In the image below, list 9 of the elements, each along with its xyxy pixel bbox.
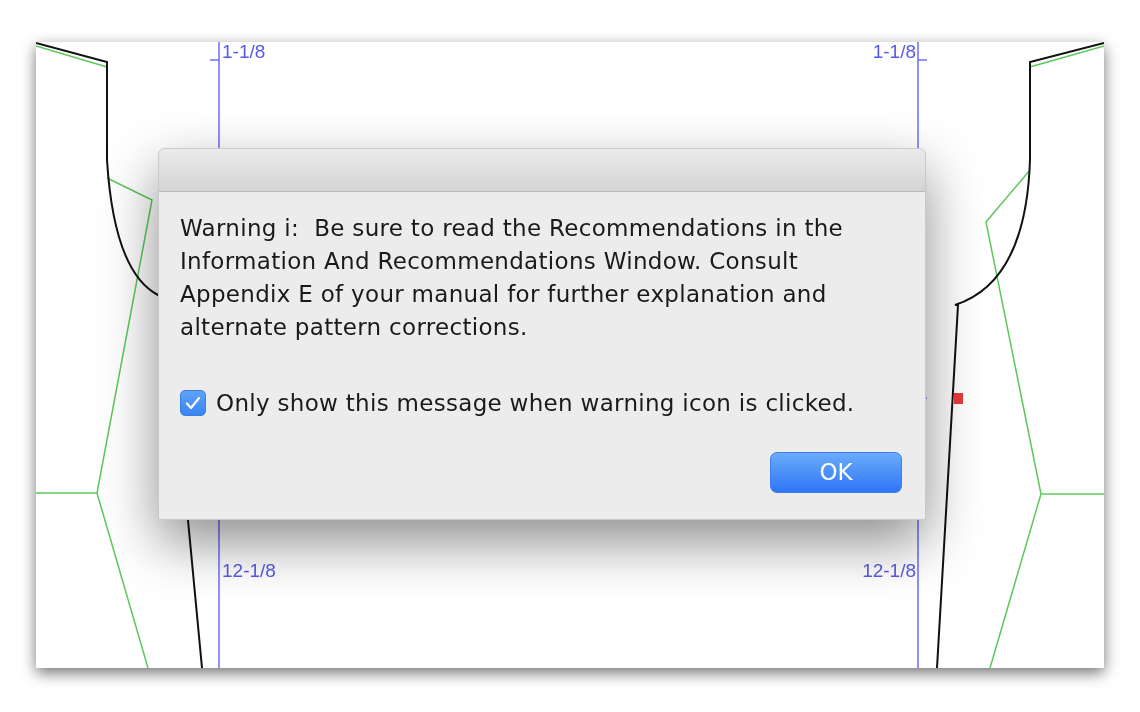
checkbox[interactable]	[180, 390, 206, 416]
point-marker-icon	[954, 393, 963, 404]
measurement-label: 1-1/8	[872, 42, 916, 61]
dialog-message: Warning i: Be sure to read the Recommendations in the Information And Recommendations Window. Consult Appendix E of your manual for further explanation and alternate pattern corrections.	[180, 214, 845, 342]
measurement-label: 1-1/8	[222, 42, 266, 61]
measurement-label: 12-1/8	[222, 560, 276, 582]
measurement-label: 12-1/8	[862, 560, 916, 582]
checkbox-label[interactable]: Only show this message when warning icon is clicked.	[216, 388, 855, 418]
checkmark-icon	[185, 396, 201, 410]
